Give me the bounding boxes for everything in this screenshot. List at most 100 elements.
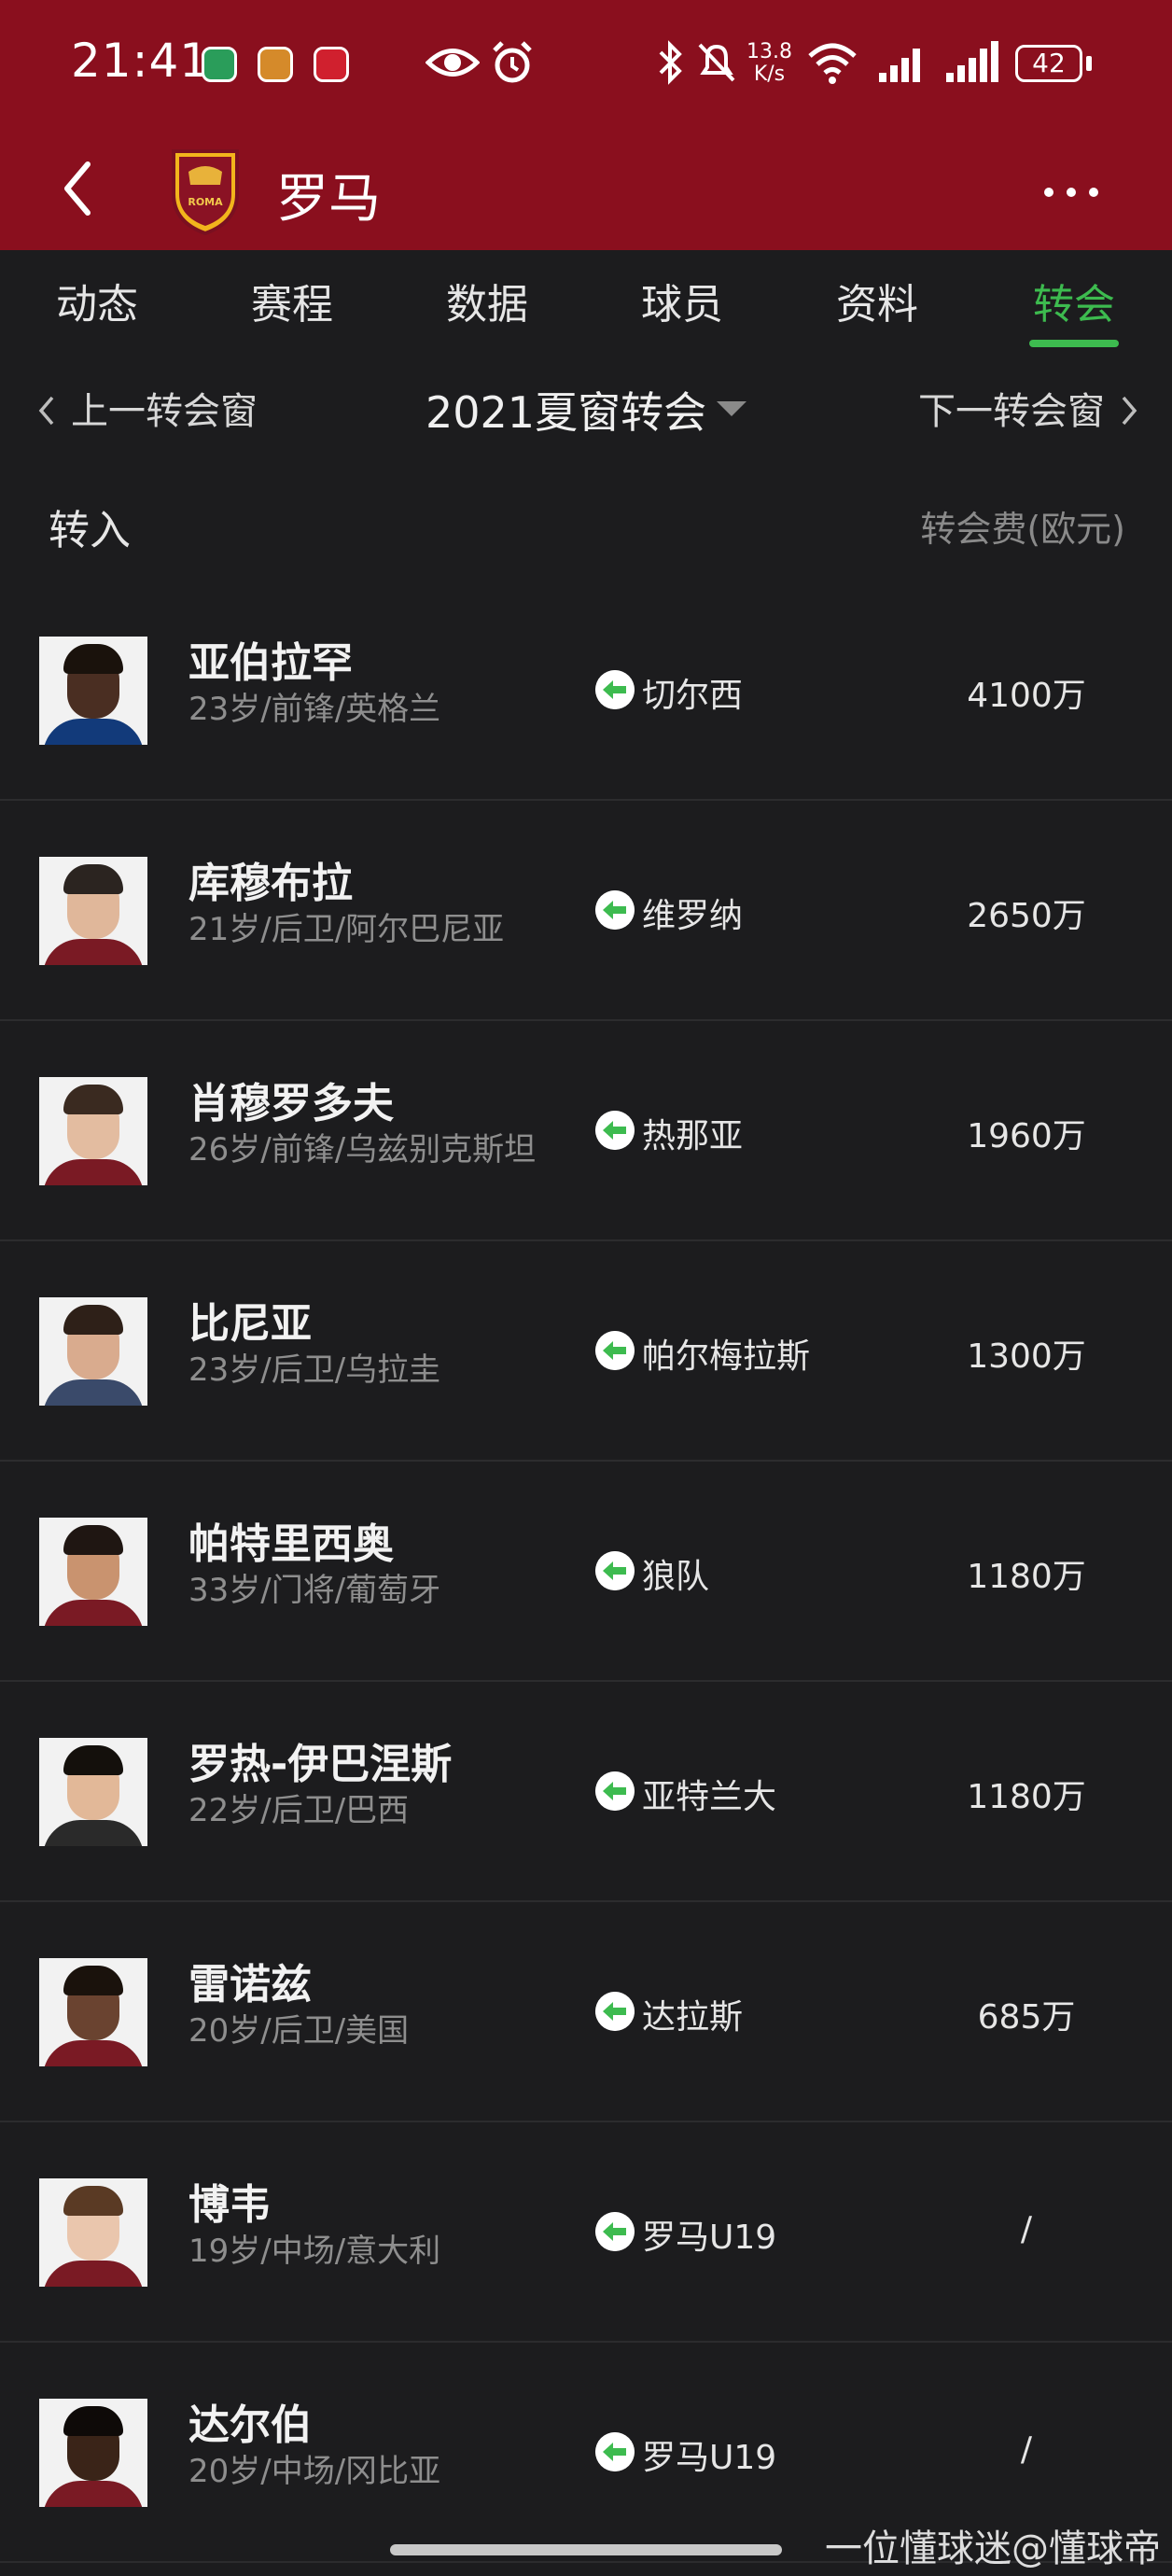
from-club: 达拉斯 xyxy=(642,1998,744,2037)
club-logo-text: ROMA xyxy=(188,196,223,208)
transfer-fee: 1960万 xyxy=(967,1117,1086,1155)
battery-indicator: 42 xyxy=(1015,45,1082,82)
player-details: 21岁/后卫/阿尔巴尼亚 xyxy=(188,911,505,948)
tab-bar: 动态 赛程 数据 球员 资料 转会 xyxy=(0,250,1172,353)
transfer-row[interactable]: 比尼亚 23岁/后卫/乌拉圭 帕尔梅拉斯 1300万 xyxy=(0,1241,1172,1462)
app-screen: 21:41 13.8 K/s 42 ROMA 罗马 动态 赛程 数据 球员 资料… xyxy=(0,0,1172,2576)
player-photo xyxy=(39,2178,147,2287)
player-details: 23岁/前锋/英格兰 xyxy=(188,691,441,728)
transfer-row[interactable]: 亚伯拉罕 23岁/前锋/英格兰 切尔西 4100万 xyxy=(0,581,1172,801)
transfer-fee: 685万 xyxy=(977,1998,1076,2037)
tab-transfers[interactable]: 转会 xyxy=(990,271,1158,330)
transfer-row[interactable]: 博韦 19岁/中场/意大利 罗马U19 / xyxy=(0,2122,1172,2343)
transfer-row[interactable]: 肖穆罗多夫 26岁/前锋/乌兹别克斯坦 热那亚 1960万 xyxy=(0,1021,1172,1241)
player-name: 库穆布拉 xyxy=(188,860,353,907)
back-button[interactable] xyxy=(52,151,108,226)
arrow-left-icon xyxy=(595,890,635,930)
player-name: 肖穆罗多夫 xyxy=(188,1080,394,1127)
fee-column-header: 转会费(欧元) xyxy=(920,509,1125,550)
arrow-left-icon xyxy=(595,1551,635,1590)
player-name: 帕特里西奥 xyxy=(188,1520,394,1568)
page-title: 罗马 xyxy=(276,169,381,230)
player-photo xyxy=(39,637,147,745)
player-photo xyxy=(39,857,147,965)
caret-down-icon[interactable] xyxy=(717,401,746,416)
transfer-fee: / xyxy=(1020,2210,1033,2248)
previous-window-button[interactable]: 上一转会窗 xyxy=(35,381,258,435)
tab-schedule[interactable]: 赛程 xyxy=(208,271,376,330)
player-photo xyxy=(39,1738,147,1846)
player-photo xyxy=(39,1297,147,1406)
section-header: 转入 转会费(欧元) xyxy=(0,476,1172,569)
player-details: 20岁/后卫/美国 xyxy=(188,2012,410,2050)
player-details: 26岁/前锋/乌兹别克斯坦 xyxy=(188,1131,537,1169)
window-dropdown[interactable]: 2021夏窗转会 xyxy=(426,379,706,441)
player-name: 雷诺兹 xyxy=(188,1961,312,2009)
home-indicator[interactable] xyxy=(390,2544,782,2555)
arrow-left-icon xyxy=(595,1111,635,1150)
notification-app-icon xyxy=(202,47,237,82)
transfer-fee: 1180万 xyxy=(967,1558,1086,1596)
arrow-left-icon xyxy=(595,670,635,709)
player-name: 比尼亚 xyxy=(188,1300,312,1348)
watermark: 一位懂球迷@懂球帝 xyxy=(825,2527,1161,2570)
player-photo xyxy=(39,1958,147,2066)
from-club: 狼队 xyxy=(642,1558,710,1596)
notification-app-icon xyxy=(258,47,293,82)
transfer-list: 亚伯拉罕 23岁/前锋/英格兰 切尔西 4100万 库穆布拉 21岁/后卫/阿尔… xyxy=(0,581,1172,2563)
player-details: 22岁/后卫/巴西 xyxy=(188,1792,410,1829)
player-name: 博韦 xyxy=(188,2181,271,2229)
eye-icon xyxy=(426,49,480,77)
transfer-row[interactable]: 雷诺兹 20岁/后卫/美国 达拉斯 685万 xyxy=(0,1902,1172,2122)
transfer-fee: / xyxy=(1020,2430,1033,2469)
player-details: 19岁/中场/意大利 xyxy=(188,2233,441,2270)
transfer-fee: 1300万 xyxy=(967,1337,1086,1376)
transfer-window-selector: 上一转会窗 2021夏窗转会 下一转会窗 xyxy=(0,355,1172,467)
next-window-button[interactable]: 下一转会窗 xyxy=(918,381,1140,435)
arrow-left-icon xyxy=(595,2212,635,2251)
status-bar: 21:41 13.8 K/s 42 xyxy=(0,0,1172,131)
bluetooth-icon xyxy=(659,40,682,85)
app-header-area: 21:41 13.8 K/s 42 ROMA 罗马 xyxy=(0,0,1172,250)
network-speed: 13.8 K/s xyxy=(746,41,792,86)
previous-window-label: 上一转会窗 xyxy=(71,390,258,433)
from-club: 维罗纳 xyxy=(642,897,744,935)
notification-app-icon xyxy=(314,47,349,82)
section-title: 转入 xyxy=(49,507,131,554)
arrow-left-icon xyxy=(595,1331,635,1370)
player-name: 亚伯拉罕 xyxy=(188,639,353,687)
player-photo xyxy=(39,1518,147,1626)
transfer-row[interactable]: 库穆布拉 21岁/后卫/阿尔巴尼亚 维罗纳 2650万 xyxy=(0,801,1172,1021)
tab-stats[interactable]: 数据 xyxy=(403,271,571,330)
signal-icon xyxy=(879,49,920,82)
transfer-fee: 4100万 xyxy=(967,677,1086,715)
alarm-icon xyxy=(493,41,532,83)
club-logo: ROMA xyxy=(172,149,239,236)
player-details: 33岁/门将/葡萄牙 xyxy=(188,1572,441,1609)
player-name: 达尔伯 xyxy=(188,2401,312,2449)
arrow-left-icon xyxy=(595,1771,635,1811)
from-club: 亚特兰大 xyxy=(642,1778,777,1816)
player-details: 20岁/中场/冈比亚 xyxy=(188,2453,441,2490)
status-time: 21:41 xyxy=(71,34,211,88)
wifi-icon xyxy=(808,43,857,84)
player-photo xyxy=(39,2399,147,2507)
tab-players[interactable]: 球员 xyxy=(598,271,766,330)
more-options-icon[interactable] xyxy=(1034,164,1109,220)
from-club: 热那亚 xyxy=(642,1117,744,1155)
tab-news[interactable]: 动态 xyxy=(13,271,181,330)
from-club: 罗马U19 xyxy=(642,2439,777,2477)
arrow-left-icon xyxy=(595,2432,635,2471)
transfer-row[interactable]: 帕特里西奥 33岁/门将/葡萄牙 狼队 1180万 xyxy=(0,1462,1172,1682)
transfer-row[interactable]: 罗热-伊巴涅斯 22岁/后卫/巴西 亚特兰大 1180万 xyxy=(0,1682,1172,1902)
player-photo xyxy=(39,1077,147,1185)
club-header: ROMA 罗马 xyxy=(0,131,1172,250)
signal-icon xyxy=(946,41,998,82)
battery-tip xyxy=(1086,56,1092,71)
network-speed-value: 13.8 xyxy=(746,40,792,63)
chevron-left-icon xyxy=(38,396,54,426)
from-club: 帕尔梅拉斯 xyxy=(642,1337,811,1376)
active-tab-indicator xyxy=(1029,340,1119,347)
tab-info[interactable]: 资料 xyxy=(793,271,961,330)
player-name: 罗热-伊巴涅斯 xyxy=(188,1741,453,1788)
